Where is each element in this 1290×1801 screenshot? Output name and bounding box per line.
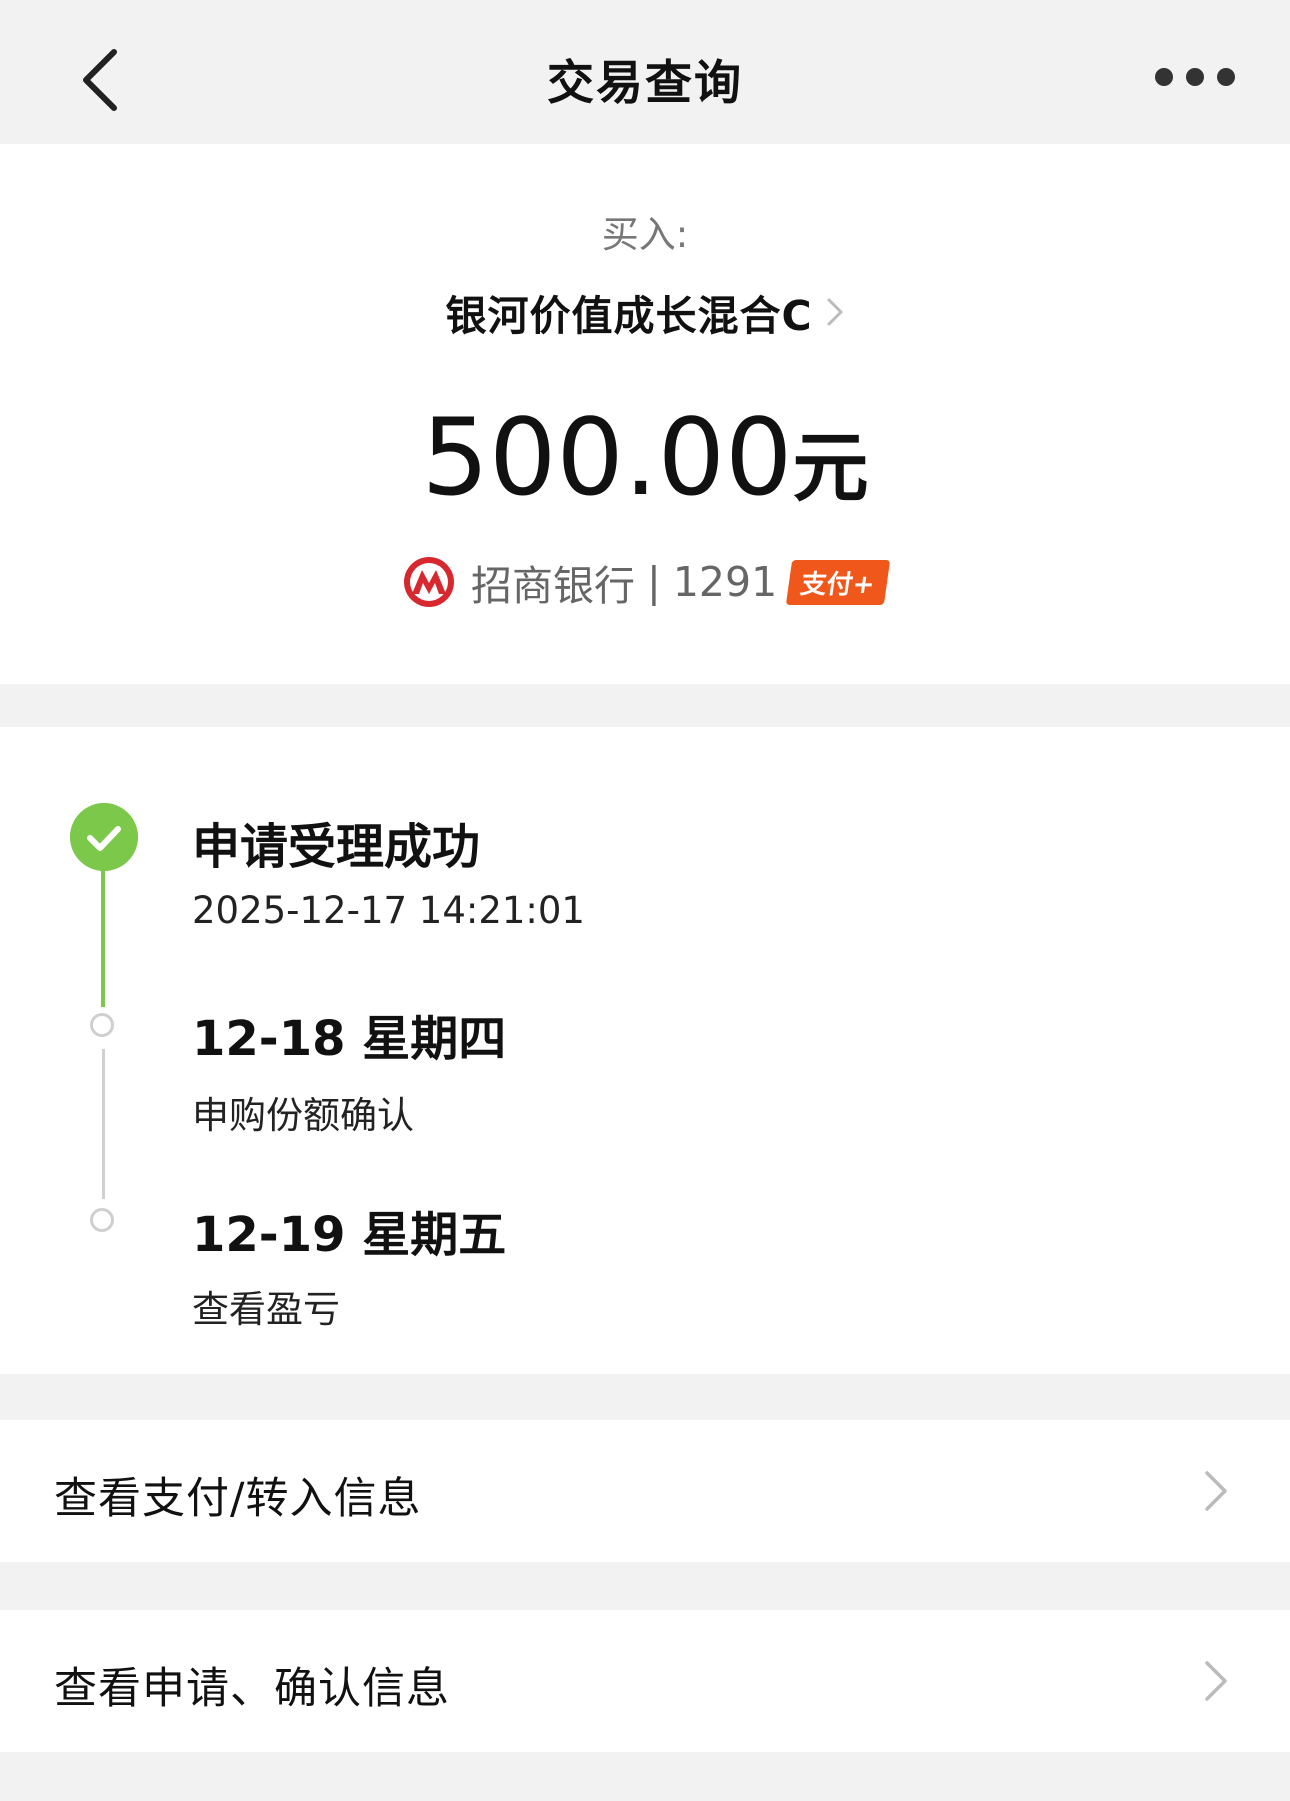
timeline-step-title: 12-18 星期四: [192, 1011, 507, 1067]
progress-timeline: 申请受理成功 2025-12-17 14:21:01 12-18 星期四 申购份…: [0, 727, 1290, 1374]
timeline-dot-icon: [90, 1013, 114, 1037]
timeline-step-title: 12-19 星期五: [192, 1207, 507, 1263]
timeline-step-subtitle: 申购份额确认: [192, 1094, 414, 1137]
payment-bank-row: 招商银行 | 1291 支付+: [0, 552, 1290, 612]
timeline-connector-done: [101, 867, 105, 1007]
fund-name-link[interactable]: 银河价值成长混合C: [0, 282, 1290, 342]
confirm-info-label: 查看申请、确认信息: [54, 1664, 450, 1714]
page-title: 交易查询: [547, 56, 743, 111]
amount-value: 500.00: [421, 396, 793, 519]
confirm-info-link[interactable]: 查看申请、确认信息: [0, 1610, 1290, 1752]
cmb-bank-logo-icon: [404, 557, 455, 607]
payment-info-link[interactable]: 查看支付/转入信息: [0, 1420, 1290, 1562]
timeline-connector-pending: [102, 1049, 105, 1199]
trade-type-label: 买入:: [601, 213, 689, 256]
chevron-right-icon: [827, 298, 843, 326]
timeline-step-title: 申请受理成功: [192, 819, 481, 875]
check-circle-icon: [70, 803, 138, 871]
bank-name: 招商银行: [471, 562, 636, 610]
timeline-dot-icon: [90, 1208, 114, 1232]
pay-plus-badge: 支付+: [786, 559, 891, 605]
nav-bar: 交易查询: [0, 0, 1290, 144]
bank-separator: |: [647, 558, 661, 606]
chevron-right-icon: [1205, 1471, 1227, 1511]
timeline-step-subtitle: 2025-12-17 14:21:01: [192, 889, 585, 932]
amount-unit: 元: [792, 423, 869, 512]
timeline-step-subtitle: 查看盈亏: [192, 1288, 340, 1331]
trade-amount: 500.00元: [0, 396, 1290, 519]
more-dots-icon[interactable]: [1150, 62, 1240, 92]
payment-info-label: 查看支付/转入信息: [54, 1474, 422, 1524]
chevron-right-icon: [1205, 1661, 1227, 1701]
fund-name: 银河价值成长混合C: [445, 292, 813, 340]
bank-card-suffix: 1291: [672, 558, 778, 606]
trade-summary-card: 买入: 银河价值成长混合C 500.00元 招商银行 | 1291 支付+: [0, 144, 1290, 684]
